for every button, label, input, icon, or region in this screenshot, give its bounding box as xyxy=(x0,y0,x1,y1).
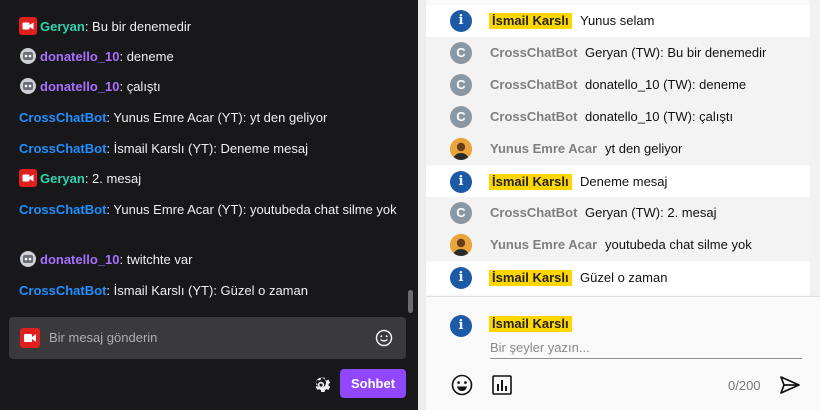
youtube-composer: i İsmail Karslı Bir şeyler yazın... 0/20… xyxy=(426,296,820,410)
twitch-username[interactable]: CrossChatBot xyxy=(19,141,106,156)
twitch-chat-message: CrossChatBot: İsmail Karslı (YT): Güzel … xyxy=(19,281,401,301)
twitch-input-placeholder: Bir mesaj gönderin xyxy=(49,330,158,345)
avatar[interactable]: C xyxy=(450,106,472,128)
separator: : xyxy=(106,141,114,156)
composer-author-name: İsmail Karslı xyxy=(489,316,572,332)
smiley-icon[interactable] xyxy=(375,329,393,352)
youtube-message-text: donatello_10 (TW): deneme xyxy=(585,77,747,92)
youtube-author-name[interactable]: İsmail Karslı xyxy=(489,174,572,190)
separator: : xyxy=(119,252,127,267)
youtube-message-text: Geryan (TW): Bu bir denemedir xyxy=(585,45,767,60)
twitch-chat-message: CrossChatBot: Yunus Emre Acar (YT): yt d… xyxy=(19,108,401,128)
avatar[interactable] xyxy=(450,234,472,256)
youtube-message-text: yt den geliyor xyxy=(605,141,683,156)
twitch-chat-message: donatello_10: deneme xyxy=(19,47,401,67)
twitch-scrollbar[interactable] xyxy=(408,290,413,313)
gear-icon[interactable] xyxy=(310,374,332,396)
bot-badge-icon xyxy=(19,77,37,95)
youtube-chat-message: Yunus Emre Acar youtubeda chat silme yok xyxy=(426,229,810,261)
twitch-message-list: Geryan: Bu bir denemedir donatello_10: de… xyxy=(0,0,418,308)
twitch-chat-message: Geryan: 2. mesaj xyxy=(19,169,401,189)
twitch-chat-message: CrossChatBot: İsmail Karslı (YT): Deneme… xyxy=(19,139,401,159)
twitch-message-text: İsmail Karslı (YT): Deneme mesaj xyxy=(113,141,308,156)
separator: : xyxy=(84,19,93,34)
youtube-message-text: Güzel o zaman xyxy=(580,270,668,285)
chart-icon[interactable] xyxy=(492,375,512,395)
twitch-message-text: Bu bir denemedir xyxy=(92,19,192,34)
separator: : xyxy=(106,283,114,298)
youtube-author-name[interactable]: İsmail Karslı xyxy=(489,13,572,29)
twitch-message-text: twitchte var xyxy=(126,252,193,267)
youtube-message-text: Deneme mesaj xyxy=(580,174,668,189)
avatar[interactable]: C xyxy=(450,202,472,224)
bot-badge-icon xyxy=(19,47,37,65)
youtube-chat-message: C CrossChatBot Geryan (TW): 2. mesaj xyxy=(426,197,810,229)
twitch-chat-message: donatello_10: çalıştı xyxy=(19,77,401,97)
avatar[interactable]: C xyxy=(450,74,472,96)
twitch-send-button[interactable]: Sohbet xyxy=(340,369,406,398)
video-camera-icon xyxy=(19,17,37,35)
youtube-author-name[interactable]: İsmail Karslı xyxy=(489,270,572,286)
youtube-author-name[interactable]: CrossChatBot xyxy=(490,205,577,221)
avatar[interactable]: i xyxy=(450,10,472,32)
twitch-username[interactable]: CrossChatBot xyxy=(19,202,106,217)
twitch-username[interactable]: CrossChatBot xyxy=(19,283,106,298)
bot-badge-icon xyxy=(19,250,37,268)
twitch-chat-message: donatello_10: twitchte var xyxy=(19,250,401,270)
twitch-username[interactable]: donatello_10 xyxy=(40,252,119,267)
twitch-username[interactable]: Geryan xyxy=(40,171,85,186)
send-icon[interactable] xyxy=(779,374,801,396)
youtube-chat-message: i İsmail Karslı Yunus selam xyxy=(426,5,810,37)
twitch-message-text: Yunus Emre Acar (YT): youtubeda chat sil… xyxy=(113,202,397,217)
avatar[interactable]: i xyxy=(450,171,472,193)
twitch-chat-message: Geryan: Bu bir denemedir xyxy=(19,17,401,37)
youtube-chat-message: C CrossChatBot donatello_10 (TW): çalıştı xyxy=(426,101,810,133)
video-camera-icon xyxy=(19,169,37,187)
smiley-icon[interactable] xyxy=(451,374,473,396)
character-counter: 0/200 xyxy=(728,378,761,393)
youtube-chat-panel: i İsmail Karslı Yunus selam C CrossChatBot Ge… xyxy=(426,0,820,410)
youtube-chat-message: i İsmail Karslı Güzel o zaman xyxy=(426,262,810,294)
separator: : xyxy=(119,79,127,94)
twitch-message-text: 2. mesaj xyxy=(92,171,142,186)
twitch-message-text: İsmail Karslı (YT): Güzel o zaman xyxy=(113,283,308,298)
panel-divider xyxy=(418,0,426,410)
video-camera-icon xyxy=(20,328,40,353)
youtube-chat-message: Yunus Emre Acar yt den geliyor xyxy=(426,133,810,165)
youtube-scrollbar[interactable] xyxy=(810,0,820,296)
youtube-chat-message: C CrossChatBot donatello_10 (TW): deneme xyxy=(426,69,810,101)
twitch-username[interactable]: CrossChatBot xyxy=(19,110,106,125)
youtube-author-name[interactable]: CrossChatBot xyxy=(490,45,577,61)
youtube-message-text: donatello_10 (TW): çalıştı xyxy=(585,109,734,124)
twitch-message-text: deneme xyxy=(126,49,174,64)
avatar[interactable]: i xyxy=(450,267,472,289)
youtube-message-text: Geryan (TW): 2. mesaj xyxy=(585,205,717,220)
youtube-author-name[interactable]: Yunus Emre Acar xyxy=(490,141,597,157)
youtube-chat-input[interactable]: Bir şeyler yazın... xyxy=(490,340,802,359)
twitch-chat-message: CrossChatBot: Yunus Emre Acar (YT): yout… xyxy=(19,200,401,220)
youtube-author-name[interactable]: CrossChatBot xyxy=(490,109,577,125)
avatar[interactable] xyxy=(450,138,472,160)
youtube-message-text: youtubeda chat silme yok xyxy=(605,237,752,252)
twitch-chat-panel: Geryan: Bu bir denemedir donatello_10: de… xyxy=(0,0,418,410)
twitch-username[interactable]: donatello_10 xyxy=(40,49,119,64)
twitch-username[interactable]: Geryan xyxy=(40,19,85,34)
avatar: i xyxy=(450,315,472,337)
youtube-chat-message: i İsmail Karslı Deneme mesaj xyxy=(426,166,810,198)
youtube-chat-message: C CrossChatBot Geryan (TW): Bu bir denemed… xyxy=(426,37,810,69)
youtube-message-text: Yunus selam xyxy=(580,13,655,28)
separator: : xyxy=(119,49,127,64)
twitch-username[interactable]: donatello_10 xyxy=(40,79,119,94)
avatar[interactable]: C xyxy=(450,42,472,64)
separator: : xyxy=(84,171,93,186)
youtube-author-name[interactable]: Yunus Emre Acar xyxy=(490,237,597,253)
twitch-message-text: çalıştı xyxy=(126,79,161,94)
youtube-message-list: i İsmail Karslı Yunus selam C CrossChatBot Ge… xyxy=(426,0,810,296)
twitch-message-text: Yunus Emre Acar (YT): yt den geliyor xyxy=(113,110,328,125)
twitch-chat-input[interactable]: Bir mesaj gönderin xyxy=(9,317,406,359)
youtube-author-name[interactable]: CrossChatBot xyxy=(490,77,577,93)
